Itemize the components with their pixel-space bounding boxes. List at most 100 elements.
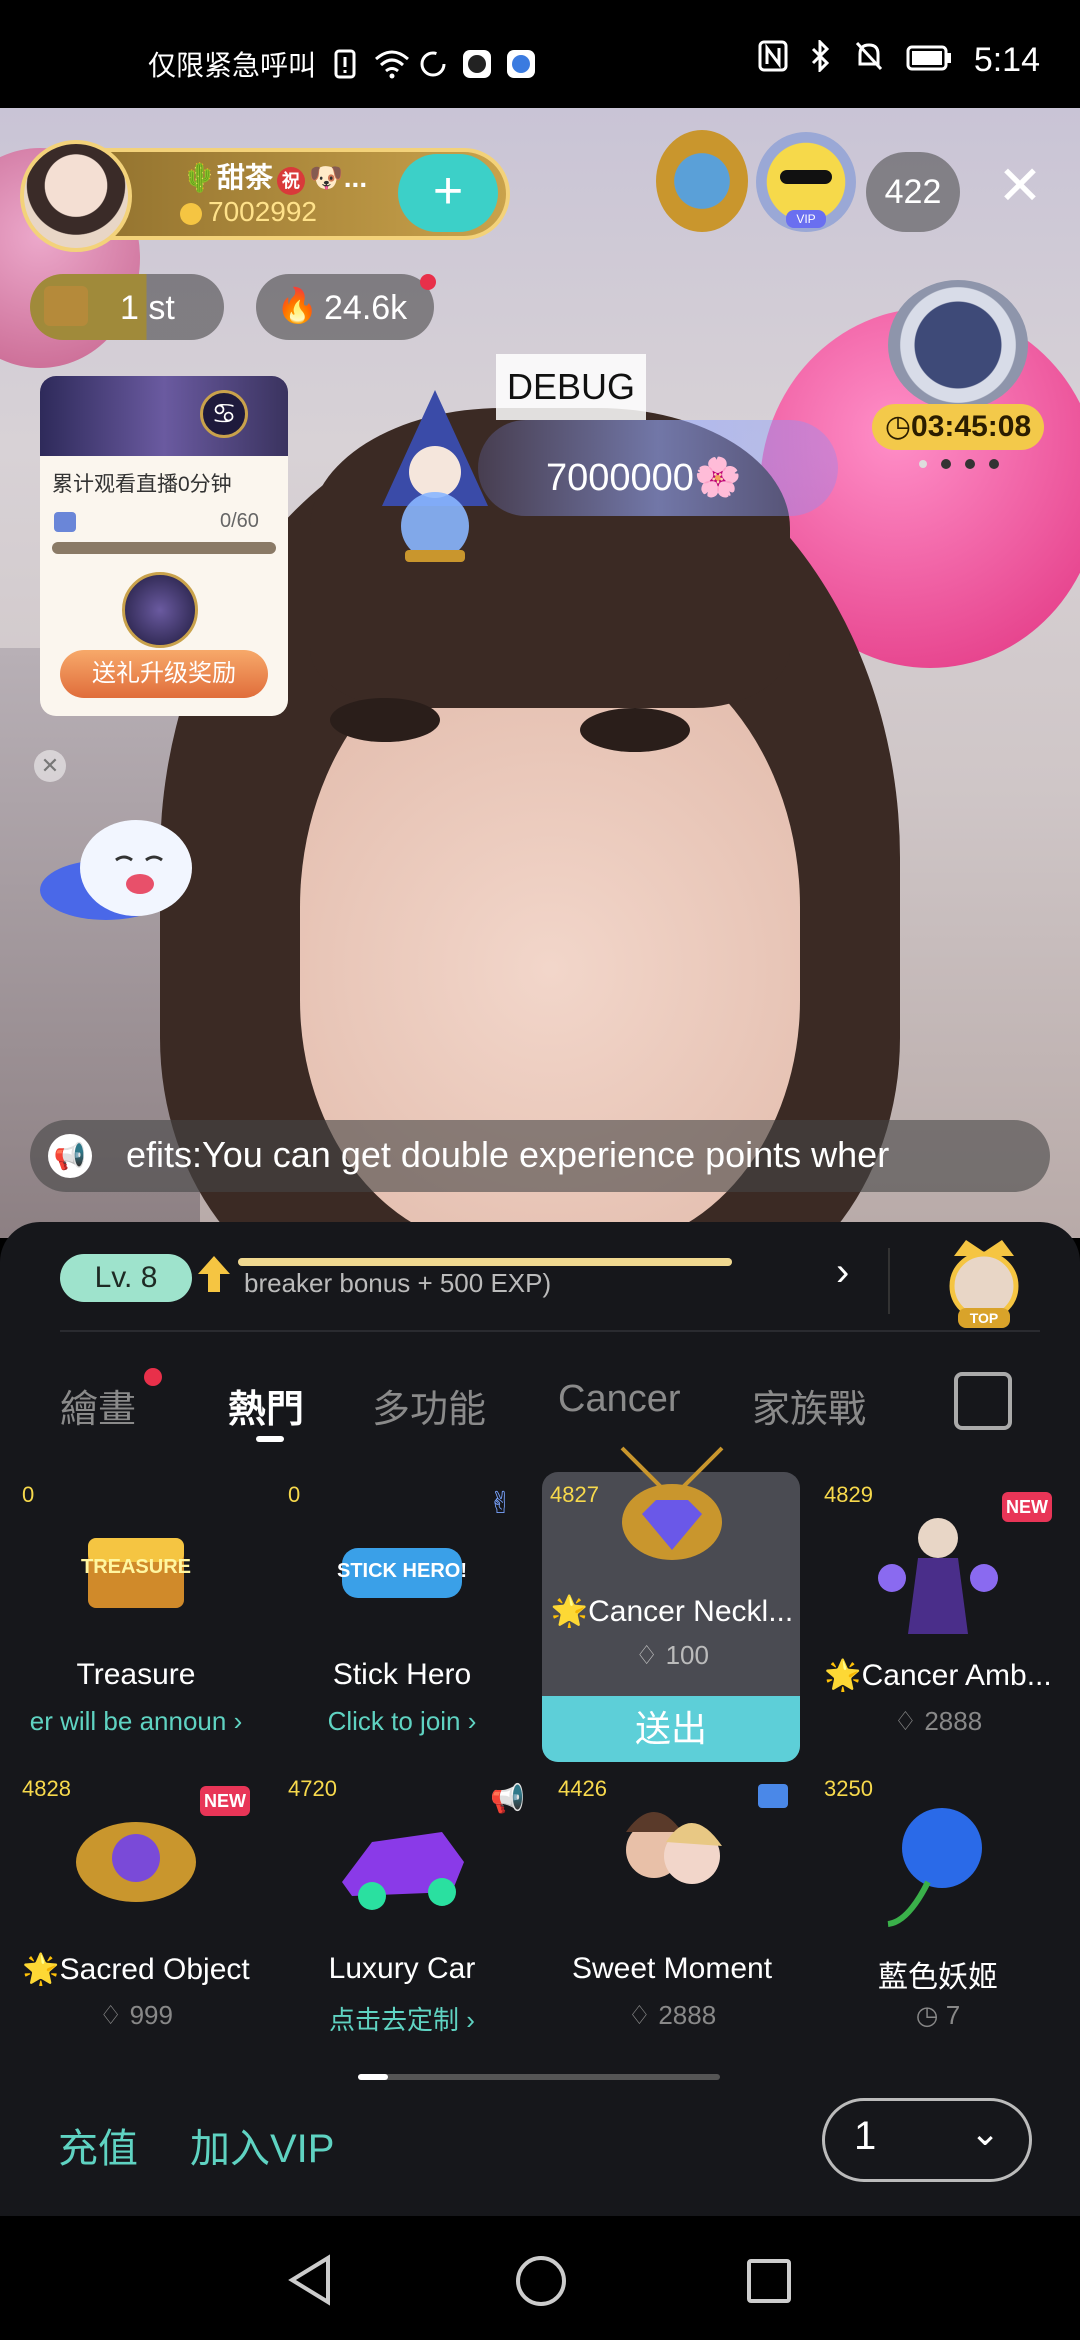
- debug-label: DEBUG: [496, 354, 646, 420]
- chest-icon: [44, 286, 88, 326]
- gift-name: 🌟Cancer Amb...: [824, 1659, 1052, 1692]
- score-value: 7000000🌸: [546, 457, 742, 499]
- gift-name: Treasure: [76, 1658, 196, 1691]
- clock-icon: ◷: [884, 410, 912, 443]
- close-button[interactable]: ✕: [990, 156, 1050, 216]
- recents-icon[interactable]: [746, 2258, 792, 2309]
- new-badge: NEW: [200, 1786, 250, 1816]
- wifi-icon: [374, 49, 410, 79]
- gold-chest-icon[interactable]: [888, 280, 1028, 410]
- tab-drawing[interactable]: 繪畫: [60, 1378, 136, 1433]
- gift-name: Sweet Moment: [571, 1952, 773, 1985]
- megaphone-icon: 📢: [48, 1134, 92, 1178]
- upgrade-reward-button[interactable]: 送礼升级奖励: [60, 650, 268, 698]
- rank-text: 1 st: [120, 289, 175, 327]
- vip-emoji-icon[interactable]: VIP: [756, 132, 856, 232]
- dismiss-icon[interactable]: ✕: [34, 750, 66, 782]
- announcement-ticker[interactable]: 📢 efits:You can get double experience po…: [30, 1120, 1050, 1192]
- heat-pill[interactable]: 🔥 24.6k: [256, 274, 436, 340]
- img-label: STICK HERO!: [337, 1560, 467, 1582]
- dog-icon: 🐶: [308, 162, 344, 193]
- gift-item-blue-rose[interactable]: 3250 藍色妖姬 ◷ 7: [808, 1766, 1068, 2056]
- gift-sub: 点击去定制 ›: [329, 2005, 475, 2035]
- gift-item-sacred-object[interactable]: 4828 NEW 🌟Sacred Object ♢ 999: [6, 1766, 266, 2056]
- heat-text: 24.6k: [324, 289, 408, 327]
- system-nav-bar: [0, 2216, 1080, 2340]
- gift-price: ♢ 2888: [893, 1706, 983, 1736]
- gift-price: ♢ 2888: [627, 2000, 717, 2030]
- tab-family-battle[interactable]: 家族戰: [752, 1378, 866, 1433]
- gift-item-cancer-ambassador[interactable]: 4829 NEW 🌟Cancer Amb... ♢ 2888: [808, 1472, 1068, 1762]
- carousel-dots: [918, 456, 1002, 469]
- gift-item-luxury-car[interactable]: 4720 📢 Luxury Car 点击去定制 ›: [272, 1766, 532, 2056]
- plant-icon: 🌵: [182, 162, 217, 193]
- host-id: 7002992: [180, 196, 317, 228]
- follow-button[interactable]: +: [398, 154, 498, 232]
- gift-count: 4720: [288, 1776, 337, 1801]
- ghost-mascot-icon[interactable]: [36, 812, 204, 922]
- flower-icon: 🌸: [693, 457, 742, 499]
- divider: [888, 1248, 890, 1314]
- gift-item-sweet-moment[interactable]: 4426 Sweet Moment ♢ 2888: [542, 1766, 802, 2056]
- reward-emblem-icon: [122, 572, 198, 648]
- rank-pill[interactable]: 1 st: [30, 274, 224, 340]
- dragon-badge-icon[interactable]: [656, 130, 748, 232]
- eye-left: [330, 698, 440, 742]
- chevron-right-icon[interactable]: ›: [836, 1250, 849, 1295]
- tab-notification-dot: [144, 1368, 162, 1386]
- host-avatar[interactable]: [20, 140, 132, 252]
- tab-popular[interactable]: 熱門: [228, 1378, 304, 1433]
- top-fan-avatar[interactable]: TOP: [936, 1236, 1032, 1330]
- join-vip-button[interactable]: 加入VIP: [190, 2116, 334, 2174]
- camera-icon: [758, 1784, 788, 1808]
- gift-count: 4829: [824, 1482, 873, 1507]
- new-badge: NEW: [1002, 1492, 1052, 1522]
- gift-count: 3250: [824, 1776, 873, 1801]
- gift-sub: er will be announ ›: [29, 1706, 243, 1736]
- clock-time: 5:14: [973, 41, 1040, 79]
- viewer-count[interactable]: 422: [866, 152, 960, 232]
- gift-item-treasure[interactable]: 0 TREASURE Treasure er will be announ ›: [6, 1472, 266, 1762]
- fire-icon: 🔥: [276, 287, 319, 325]
- app-icon: [462, 49, 492, 79]
- diamond-icon: ♢: [635, 1640, 659, 1670]
- gift-name: 🌟Cancer Neckl...: [550, 1595, 794, 1628]
- tab-cancer[interactable]: Cancer: [558, 1378, 681, 1421]
- clock-icon: ◷: [915, 2000, 939, 2030]
- level-badge[interactable]: Lv. 8: [60, 1254, 192, 1302]
- status-bar: 仅限紧急呼叫 5:14: [0, 0, 1080, 108]
- chevron-down-icon[interactable]: ⌄: [970, 2112, 1000, 2154]
- crab-necklace-icon: [602, 1438, 742, 1578]
- home-icon[interactable]: [514, 2254, 568, 2313]
- gift-item-stick-hero[interactable]: 0 ✌ STICK HERO! Stick Hero Click to join…: [272, 1472, 532, 1762]
- card-banner: [40, 376, 288, 456]
- countdown-timer[interactable]: ◷03:45:08: [872, 404, 1044, 450]
- victory-hand-icon: ✌: [488, 1487, 514, 1520]
- watch-title: 累计观看直播0分钟: [52, 473, 232, 496]
- level-up-arrow-icon: [196, 1254, 232, 1294]
- send-button[interactable]: 送出: [542, 1696, 800, 1762]
- bluetooth-icon: [810, 38, 832, 81]
- quantity-value: 1: [854, 2114, 877, 2158]
- heart-shield-icon: [54, 512, 76, 532]
- gift-item-cancer-necklace[interactable]: 4827 🌟Cancer Neckl... ♢ 100: [542, 1438, 802, 1728]
- treasure-chest-icon: TREASURE: [66, 1498, 206, 1638]
- diamond-icon: ♢: [99, 2000, 123, 2030]
- notification-dot: [420, 274, 436, 290]
- top-label: TOP: [958, 1308, 1010, 1328]
- watch-progress: 0/60: [220, 510, 259, 532]
- badge-char: 祝: [276, 167, 305, 195]
- back-icon[interactable]: [286, 2254, 334, 2311]
- gift-name: Luxury Car: [328, 1952, 476, 1985]
- diamond-icon: ♢: [893, 1706, 918, 1736]
- gift-count: 0: [288, 1482, 301, 1507]
- tab-indicator: [256, 1436, 284, 1442]
- backpack-icon[interactable]: [954, 1372, 1012, 1430]
- tab-multifunction[interactable]: 多功能: [372, 1378, 486, 1433]
- diamond-icon: ♢: [627, 2000, 652, 2030]
- panel-divider: [60, 1330, 1040, 1332]
- ticker-text: efits:You can get double experience poin…: [126, 1134, 890, 1175]
- watch-task-card[interactable]: ♋ 累计观看直播0分钟 0/60 送礼升级奖励: [40, 376, 288, 716]
- host-name: 🌵甜茶祝 🐶...: [182, 162, 368, 195]
- recharge-button[interactable]: 充值: [58, 2116, 138, 2174]
